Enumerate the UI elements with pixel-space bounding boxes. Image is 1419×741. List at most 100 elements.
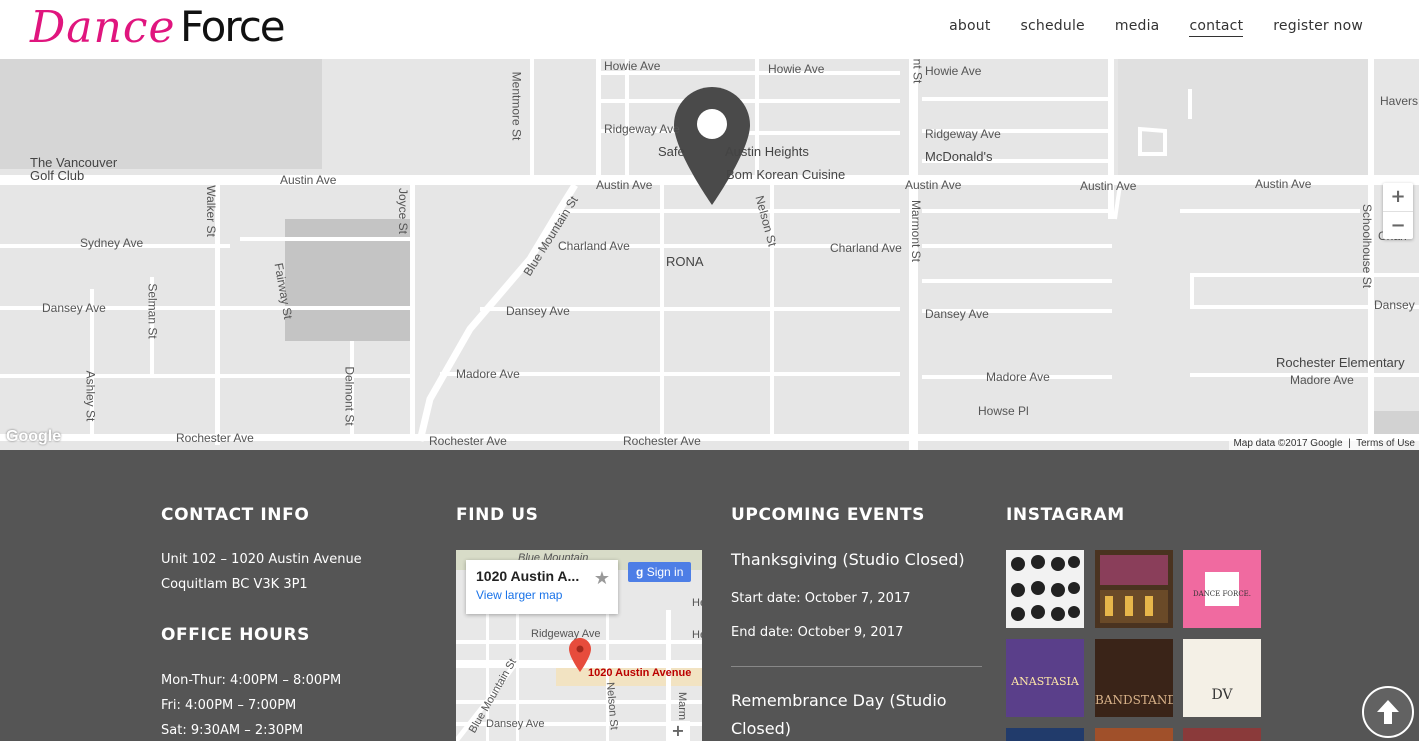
map-label: Ridgeway Ave <box>604 122 680 136</box>
instagram-photo[interactable]: DV <box>1183 639 1261 717</box>
terms-link[interactable]: Terms of Use <box>1356 438 1415 449</box>
zoom-in-button[interactable]: + <box>1383 183 1413 211</box>
mini-map-label: Marm <box>676 691 689 721</box>
nav-schedule[interactable]: schedule <box>1021 18 1085 37</box>
nav-about[interactable]: about <box>949 18 990 37</box>
map-label: nt St <box>910 59 925 84</box>
hours-line: Sat: 9:30AM – 2:30PM <box>161 723 304 738</box>
embedded-map[interactable]: Blue Mountain He He Ridgeway Ave Blue Mo… <box>456 550 702 741</box>
view-larger-map-link[interactable]: View larger map <box>476 588 608 602</box>
contact-info-section: CONTACT INFO Unit 102 – 1020 Austin Aven… <box>161 450 362 741</box>
map-label: Austin Ave <box>596 178 653 192</box>
arrow-up-icon <box>1377 700 1399 724</box>
star-icon[interactable]: ★ <box>594 568 610 589</box>
mini-map-marker-label: 1020 Austin Avenue <box>588 667 692 679</box>
mini-zoom-in-button[interactable]: + <box>666 721 690 741</box>
instagram-heading: INSTAGRAM <box>1006 505 1125 525</box>
instagram-photo[interactable] <box>1183 728 1261 741</box>
map-label: Rochester Ave <box>623 434 701 448</box>
google-g-icon: g <box>636 565 644 579</box>
map-label: McDonald's <box>925 149 993 164</box>
sign-in-label: Sign in <box>646 565 684 579</box>
instagram-photo[interactable]: DANCE FORCE. <box>1183 550 1261 628</box>
logo-force-text: Force <box>180 2 286 51</box>
instagram-photo[interactable]: BANDSTAND <box>1095 639 1173 717</box>
nav-register-now[interactable]: register now <box>1273 18 1363 37</box>
event-divider <box>731 666 982 667</box>
map-roads <box>0 59 1419 450</box>
find-us-section: FIND US <box>456 450 538 525</box>
upcoming-events-section: UPCOMING EVENTS Thanksgiving (Studio Clo… <box>731 450 983 741</box>
event-end-date: End date: October 9, 2017 <box>731 625 904 640</box>
hours-line: Fri: 4:00PM – 7:00PM <box>161 698 297 713</box>
upcoming-events-heading: UPCOMING EVENTS <box>731 505 925 525</box>
photo-caption: BANDSTAND <box>1095 693 1173 707</box>
map-label: Austin Ave <box>1255 177 1312 191</box>
photo-caption: DV <box>1211 687 1233 703</box>
logo-dance-text: Dance <box>30 2 176 53</box>
map-label: Charland Ave <box>558 239 630 253</box>
map-label: Madore Ave <box>986 370 1050 384</box>
site-logo[interactable]: Dance Force <box>30 2 330 56</box>
map-label: Austin Ave <box>905 178 962 192</box>
nav-media[interactable]: media <box>1115 18 1160 37</box>
nav-contact[interactable]: contact <box>1189 18 1244 37</box>
map-label: Walker St <box>203 185 218 237</box>
map-data-text: Map data ©2017 Google <box>1233 438 1343 449</box>
map-label: Dansey Ave <box>925 307 989 321</box>
map-label: Marmont St <box>909 199 924 263</box>
main-nav: about schedule media contact register no… <box>949 18 1363 37</box>
map-label: Austin Ave <box>280 173 337 187</box>
mini-map-label: Dansey Ave <box>486 718 545 730</box>
photo-caption: ANASTASIA <box>1011 675 1079 688</box>
map-label: Howie Ave <box>768 62 825 76</box>
instagram-photo[interactable] <box>1006 550 1084 628</box>
map-label: Madore Ave <box>456 367 520 381</box>
map-label: Madore Ave <box>1290 373 1354 387</box>
instagram-section: INSTAGRAM <box>1006 450 1125 525</box>
location-map[interactable]: Howie Ave Howie Ave Howie Ave Havers Rid… <box>0 59 1419 450</box>
mini-map-label: Ridgeway Ave <box>531 628 601 640</box>
map-attribution: Map data ©2017 Google | Terms of Use <box>1229 437 1419 450</box>
google-logo[interactable]: Google <box>6 428 61 446</box>
instagram-photo[interactable] <box>1006 728 1084 741</box>
map-label: Dansey <box>1374 298 1415 312</box>
map-label: The Vancouver Golf Club <box>30 155 118 183</box>
office-hours-heading: OFFICE HOURS <box>161 625 311 645</box>
place-card-title: 1020 Austin A... <box>476 568 580 584</box>
logo-card <box>1205 572 1239 606</box>
map-label: Rochester Ave <box>429 434 507 448</box>
event-title-link[interactable]: Thanksgiving (Studio Closed) <box>731 546 983 574</box>
instagram-photo[interactable]: ANASTASIA <box>1006 639 1084 717</box>
map-label: Rochester Ave <box>176 431 254 445</box>
map-label: RONA <box>666 254 704 269</box>
address-line-2: Coquitlam BC V3K 3P1 <box>161 577 308 592</box>
site-footer: CONTACT INFO Unit 102 – 1020 Austin Aven… <box>0 450 1419 741</box>
photo-caption: DANCE FORCE. <box>1192 590 1252 598</box>
event-start-date: Start date: October 7, 2017 <box>731 591 911 606</box>
instagram-photo[interactable] <box>1095 550 1173 628</box>
instagram-photo[interactable] <box>1095 728 1173 741</box>
site-header: Dance Force about schedule media contact… <box>0 0 1419 59</box>
map-label: Dansey Ave <box>506 304 570 318</box>
map-label: Ridgeway Ave <box>925 127 1001 141</box>
contact-info-heading: CONTACT INFO <box>161 505 310 525</box>
map-label: Howie Ave <box>925 64 982 78</box>
map-label: Mentmore St <box>509 71 524 141</box>
map-label: Selman St <box>145 283 160 339</box>
map-label: Ashley St <box>83 370 98 422</box>
map-label: Delmont St <box>342 366 357 426</box>
event-title-link[interactable]: Remembrance Day (Studio Closed) <box>731 687 983 741</box>
map-label: Dansey Ave <box>42 301 106 315</box>
map-label: Austin Ave <box>1080 179 1137 193</box>
back-to-top-button[interactable] <box>1362 686 1414 738</box>
map-label: Austin Heights <box>725 144 809 159</box>
mini-map-label: He <box>692 597 702 609</box>
map-label: Safe <box>658 144 685 159</box>
map-label: Rochester Elementary <box>1276 355 1405 370</box>
hours-line: Mon-Thur: 4:00PM – 8:00PM <box>161 673 342 688</box>
sign-in-button[interactable]: g Sign in <box>628 562 692 582</box>
map-label: Howse Pl <box>978 404 1029 418</box>
zoom-out-button[interactable]: − <box>1383 211 1413 239</box>
map-zoom-controls: + − <box>1383 183 1413 239</box>
